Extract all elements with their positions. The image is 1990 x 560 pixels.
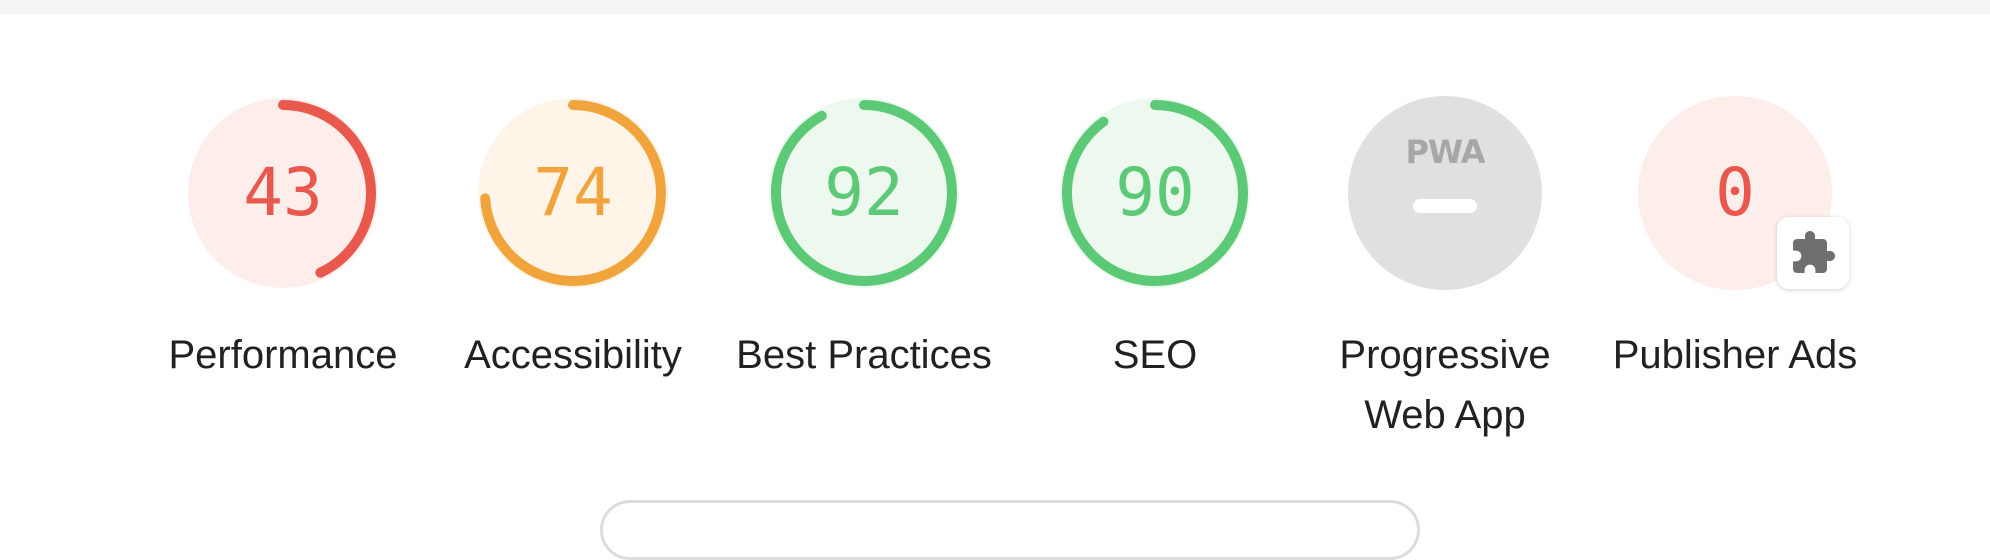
score-value: 92 [824,154,904,231]
score-value: 74 [533,154,613,231]
category-label: Best Practices [736,333,992,377]
gauge-publisher-ads[interactable]: 0 Publisher Ads [1605,95,1865,385]
gauge-arc-svg [1348,96,1542,290]
plugin-badge [1777,217,1849,289]
gauge-seo[interactable]: 90 SEO [1025,95,1285,385]
gauge-ring: 92 [766,95,962,291]
score-value: 43 [243,154,323,231]
gauge-best-practices[interactable]: 92 Best Practices [734,95,994,385]
gauge-ring: 74 [475,95,671,291]
gauge-ring: 90 [1057,95,1253,291]
category-label: Progressive Web App [1339,333,1551,437]
gauge-pwa[interactable]: PWA Progressive Web App [1315,95,1575,445]
category-label: Accessibility [464,333,682,377]
pwa-dash-icon [1413,199,1477,213]
gauge-background [1348,96,1542,290]
pwa-badge-icon: PWA [1405,133,1485,171]
gauge-ring: 0 [1637,95,1849,291]
bottom-panel-edge [600,500,1420,560]
category-label: Publisher Ads [1612,333,1858,377]
category-label: Performance [168,333,398,377]
gauge-accessibility[interactable]: 74 Accessibility [443,95,703,385]
gauge-ring: PWA [1347,95,1543,291]
gauge-ring: 43 [185,95,381,291]
gauge-performance[interactable]: 43 Performance [153,95,413,385]
puzzle-piece-icon [1793,231,1835,273]
category-label: SEO [1112,333,1198,377]
score-gauges: 43 Performance 74 Accessibility 92 Best … [0,0,1990,510]
score-value: 90 [1115,154,1195,231]
